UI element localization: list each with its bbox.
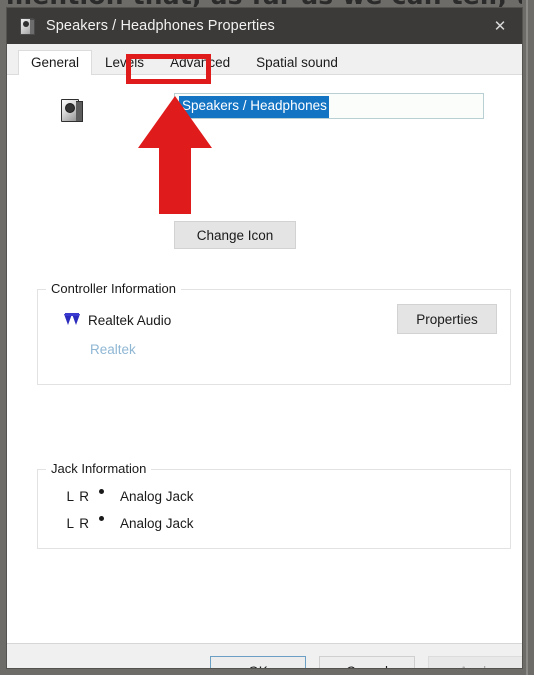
tab-spatial-sound[interactable]: Spatial sound <box>243 50 351 76</box>
speaker-icon <box>59 97 85 125</box>
dot-icon <box>90 515 112 531</box>
jack-row: L R Analog Jack <box>38 515 194 531</box>
close-icon[interactable]: ✕ <box>478 8 522 44</box>
jack-name: Analog Jack <box>120 515 194 531</box>
jack-row: L R Analog Jack <box>38 488 194 504</box>
general-tab-panel: Speakers / Headphones Change Icon Contro… <box>7 75 522 668</box>
device-name-input[interactable]: Speakers / Headphones <box>174 93 484 119</box>
jack-channels: L R <box>66 515 90 531</box>
jack-channels: L R <box>66 488 90 504</box>
controller-vendor-link[interactable]: Realtek <box>90 342 136 357</box>
page-edge-line <box>526 0 528 675</box>
controller-information-group: Controller Information Realtek Audio Rea… <box>37 281 511 385</box>
tab-general[interactable]: General <box>18 49 93 75</box>
realtek-icon <box>64 312 80 328</box>
controller-information-title: Controller Information <box>46 281 181 296</box>
window-title: Speakers / Headphones Properties <box>46 18 275 34</box>
controller-properties-button[interactable]: Properties <box>397 304 497 334</box>
ok-button[interactable]: OK <box>210 656 306 668</box>
dot-icon <box>90 488 112 504</box>
annotation-highlight-rectangle <box>126 54 211 84</box>
dialog-footer: OK Cancel Apply <box>7 644 522 668</box>
jack-information-title: Jack Information <box>46 461 152 476</box>
apply-button: Apply <box>428 656 522 668</box>
cancel-button[interactable]: Cancel <box>319 656 415 668</box>
change-icon-button[interactable]: Change Icon <box>174 221 296 249</box>
controller-device-name: Realtek Audio <box>88 312 172 328</box>
jack-name: Analog Jack <box>120 488 194 504</box>
properties-dialog: Speakers / Headphones Properties ✕ Gener… <box>7 8 522 668</box>
tab-bar: General Levels Advanced Spatial sound <box>7 44 522 75</box>
page-edge-strip <box>522 0 534 675</box>
speaker-icon <box>18 17 36 35</box>
annotation-arrow-up-icon <box>138 96 212 214</box>
title-bar: Speakers / Headphones Properties ✕ <box>7 8 522 44</box>
controller-device-row: Realtek Audio <box>64 312 171 328</box>
jack-information-group: Jack Information L R Analog Jack L R Ana… <box>37 461 511 549</box>
device-name-row: Speakers / Headphones <box>7 93 522 133</box>
